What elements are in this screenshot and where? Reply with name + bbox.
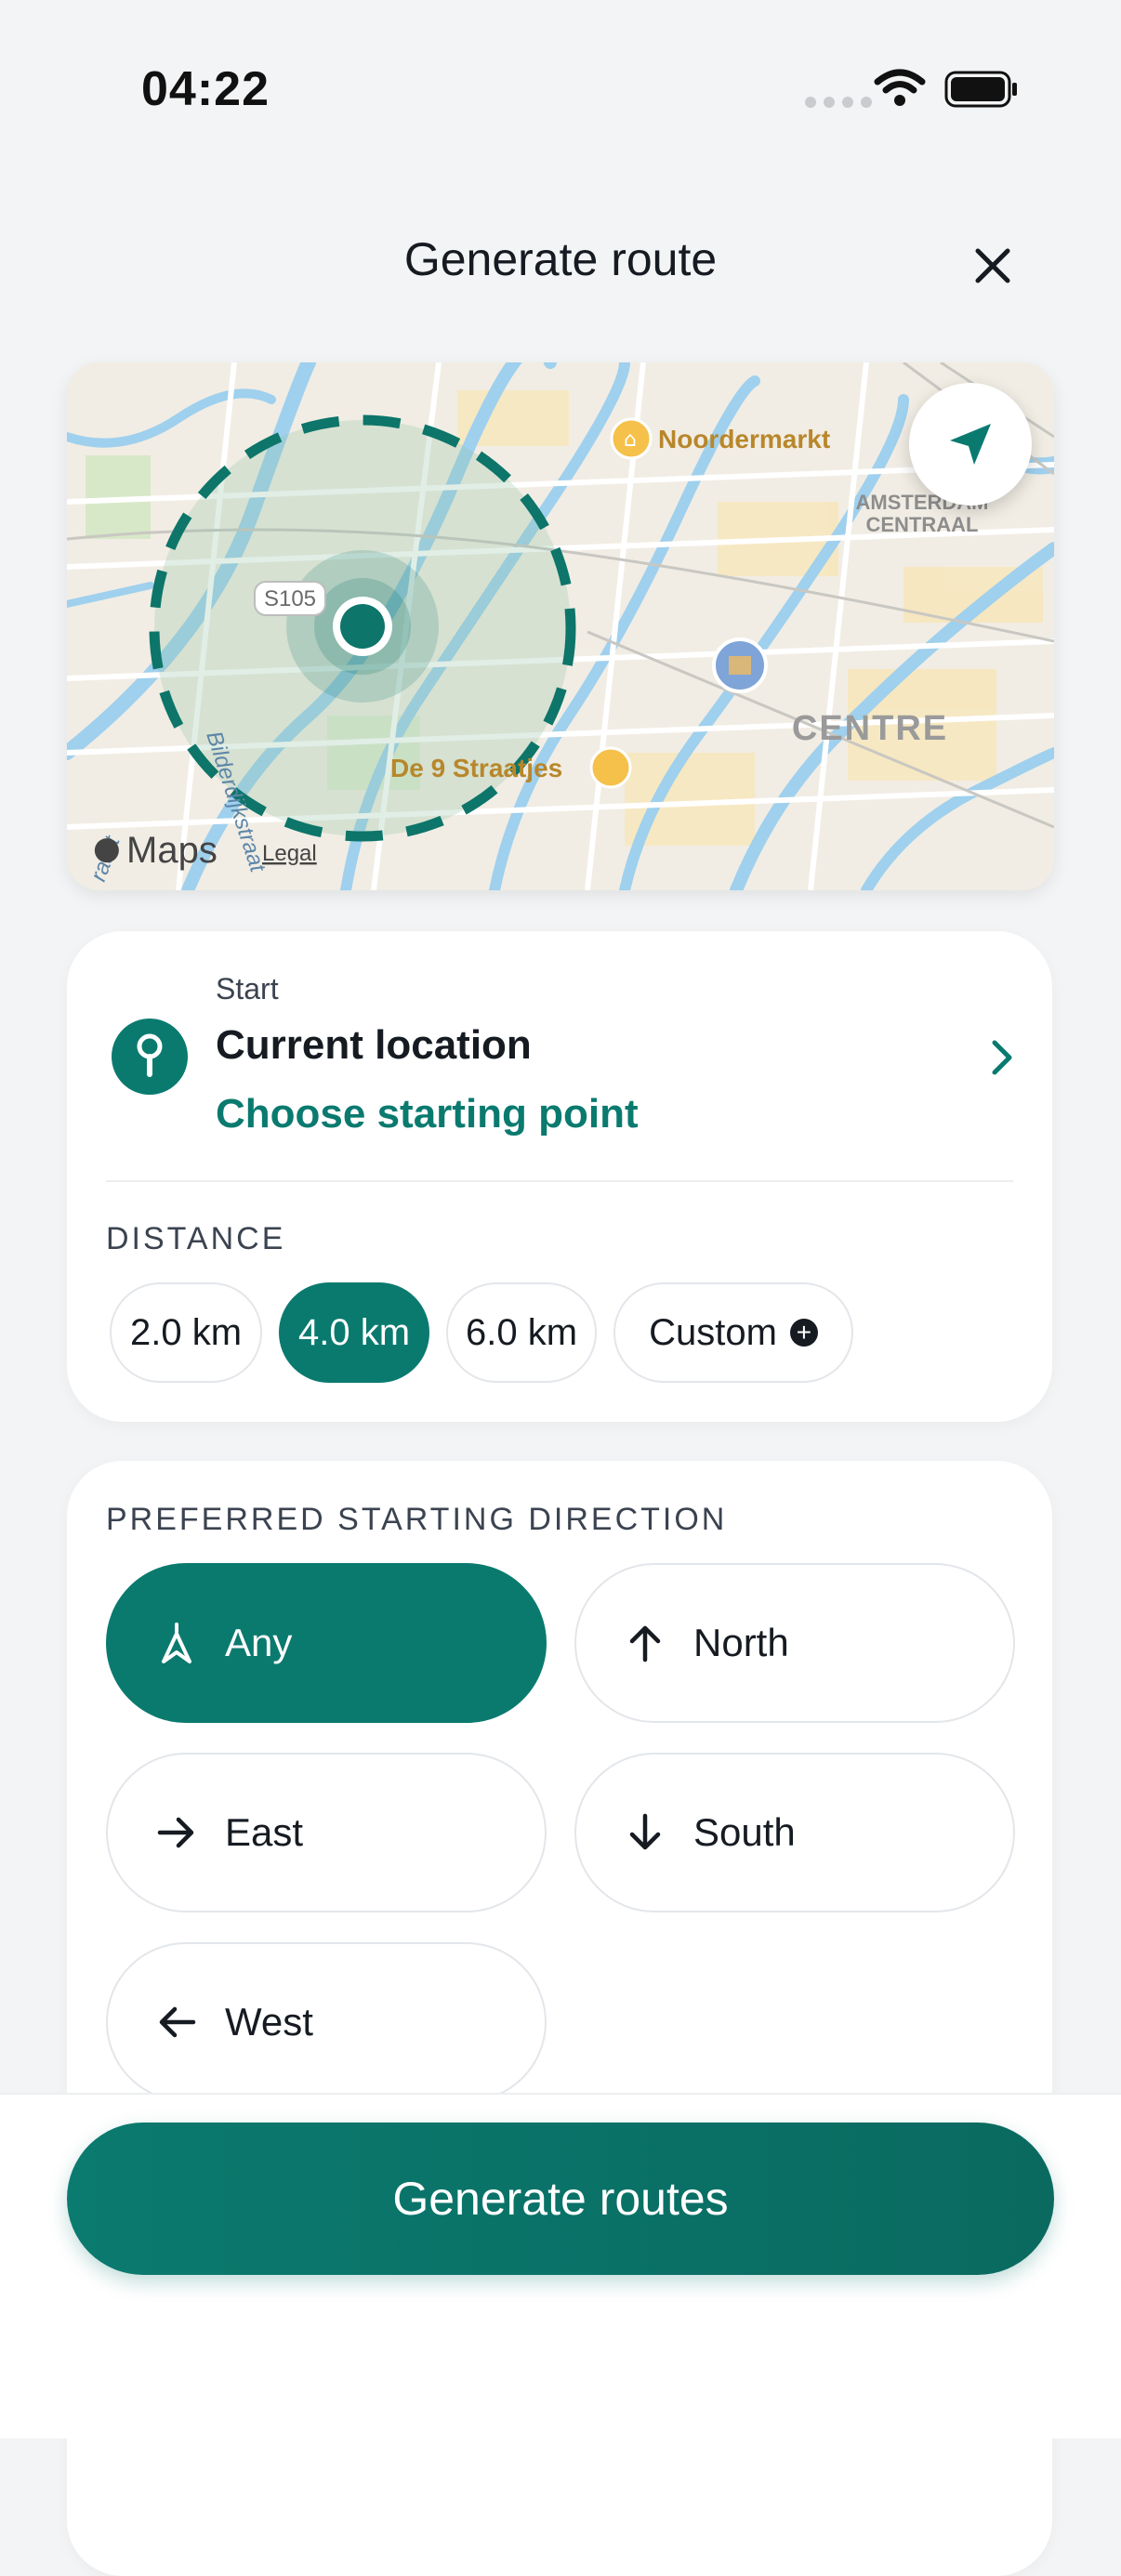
route-map[interactable]: ⌂ Noordermarkt De 9 Straatjes AMSTERDAM …	[67, 362, 1054, 890]
divider	[106, 1180, 1013, 1182]
apple-logo-icon: ●	[93, 830, 121, 867]
arrow-right-icon	[154, 1810, 199, 1855]
compass-needle-icon	[154, 1621, 199, 1665]
map-label-centre: CENTRE	[792, 709, 948, 748]
map-label-noordermarkt: Noordermarkt	[658, 425, 830, 453]
distance-option-4km[interactable]: 4.0 km	[279, 1282, 429, 1383]
locate-me-button[interactable]	[909, 383, 1032, 506]
choose-starting-point-link[interactable]: Choose starting point	[216, 1091, 639, 1137]
map-legal-link[interactable]: Legal	[262, 841, 317, 866]
map-label-centraal: CENTRAAL	[866, 513, 979, 536]
direction-label: PREFERRED STARTING DIRECTION	[106, 1502, 728, 1537]
status-time: 04:22	[141, 62, 270, 116]
arrow-left-icon	[154, 2000, 199, 2044]
chevron-right-icon[interactable]	[985, 1035, 1019, 1080]
cellular-signal-icon	[805, 97, 872, 108]
arrow-down-icon	[623, 1810, 667, 1855]
generate-routes-button[interactable]: Generate routes	[67, 2123, 1054, 2275]
battery-icon	[944, 71, 1017, 108]
svg-text:⌂: ⌂	[624, 428, 637, 452]
direction-option-south[interactable]: South	[574, 1753, 1015, 1912]
distance-option-2km[interactable]: 2.0 km	[110, 1282, 262, 1383]
map-road-shield: S105	[264, 586, 316, 611]
page-title: Generate route	[403, 233, 718, 285]
start-value[interactable]: Current location	[216, 1022, 532, 1069]
start-label: Start	[216, 972, 279, 1005]
direction-option-north[interactable]: North	[574, 1563, 1015, 1723]
direction-option-any[interactable]: Any	[106, 1563, 547, 1723]
plus-circle-icon: +	[789, 1319, 818, 1347]
distance-label: DISTANCE	[106, 1221, 286, 1256]
distance-option-custom[interactable]: Custom +	[613, 1282, 853, 1383]
distance-option-6km[interactable]: 6.0 km	[446, 1282, 597, 1383]
close-icon[interactable]	[967, 240, 1019, 292]
arrow-up-icon	[623, 1621, 667, 1665]
direction-option-east[interactable]: East	[106, 1753, 547, 1912]
map-label-de-9-straatjes: De 9 Straatjes	[390, 754, 562, 782]
location-arrow-icon	[950, 424, 991, 465]
wifi-icon	[874, 69, 926, 106]
maps-brand: Maps	[126, 830, 218, 871]
direction-option-west[interactable]: West	[106, 1942, 547, 2102]
start-pin-icon	[112, 1019, 188, 1095]
